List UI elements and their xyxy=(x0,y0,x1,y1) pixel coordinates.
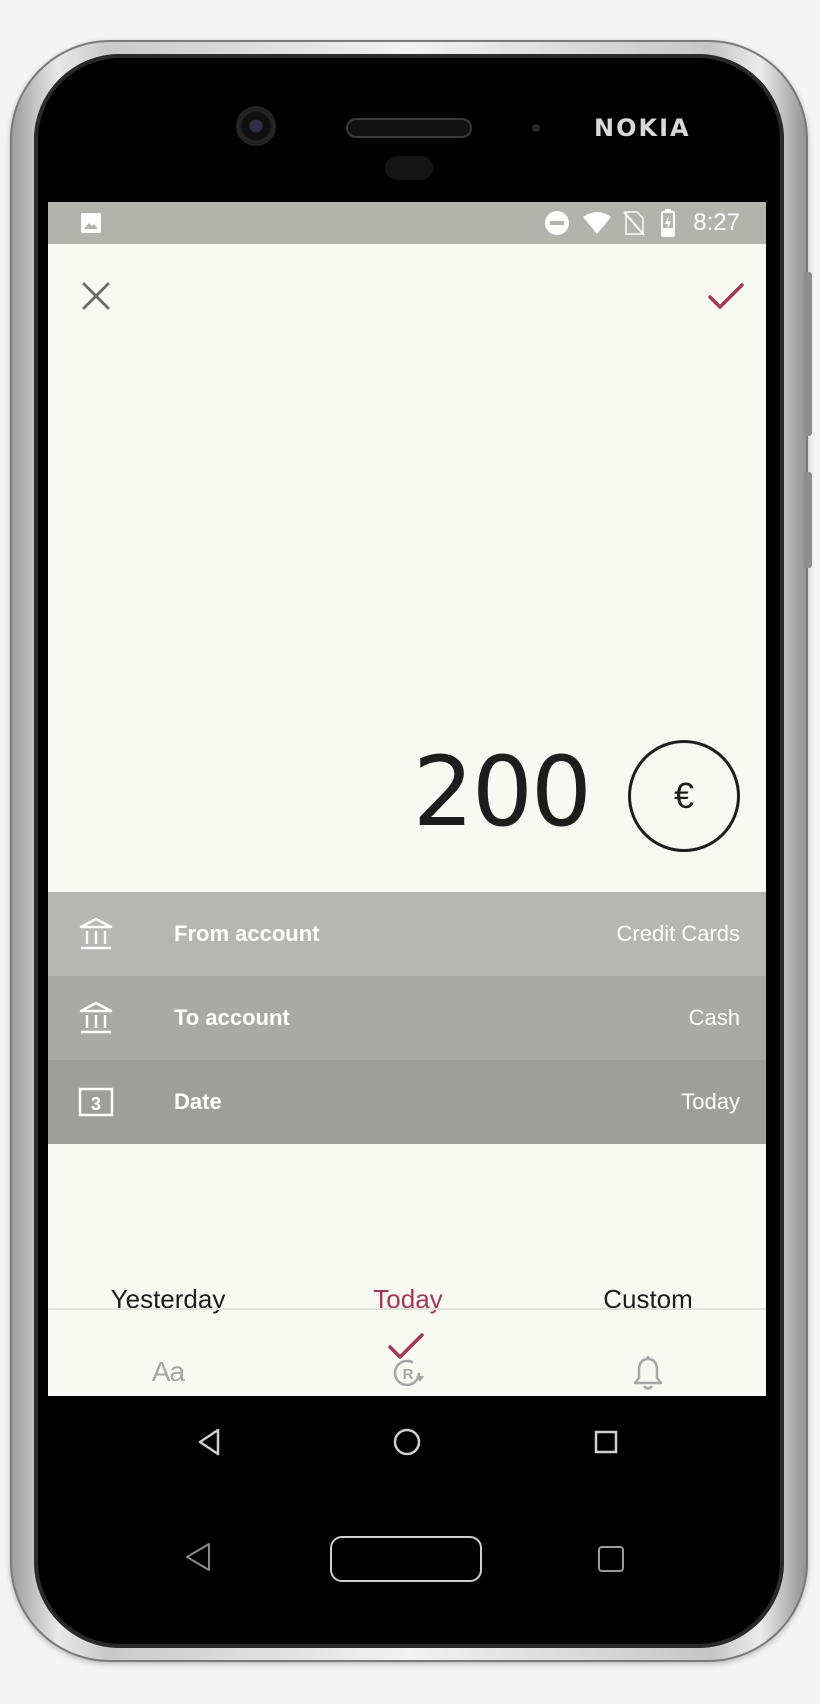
date-value: Today xyxy=(681,1089,740,1114)
svg-text:R: R xyxy=(403,1366,414,1383)
bank-icon xyxy=(79,1001,113,1034)
volume-button xyxy=(804,272,812,436)
front-camera xyxy=(236,106,276,146)
from-account-label: From account xyxy=(174,921,320,946)
text-note-icon[interactable]: Aa xyxy=(152,1356,185,1388)
home-icon[interactable] xyxy=(389,1424,425,1460)
date-row[interactable]: 3 Date Today xyxy=(48,1060,766,1144)
save-check-icon[interactable] xyxy=(386,1326,426,1366)
currency-symbol: € xyxy=(673,775,695,816)
confirm-check-icon[interactable] xyxy=(706,276,746,316)
date-option-today[interactable]: Today xyxy=(373,1284,442,1315)
status-bar: 8:27 xyxy=(48,202,766,244)
status-time: 8:27 xyxy=(693,209,740,236)
hardware-recents-icon[interactable] xyxy=(598,1546,624,1572)
brand-logo: NOKIA xyxy=(594,114,691,142)
no-sim-icon xyxy=(623,211,645,236)
date-label: Date xyxy=(174,1089,222,1114)
bank-icon xyxy=(79,917,113,950)
to-account-value: Cash xyxy=(688,1005,740,1030)
proximity-sensor xyxy=(532,124,540,132)
to-account-row[interactable]: To account Cash xyxy=(48,976,766,1060)
date-option-custom[interactable]: Custom xyxy=(603,1284,693,1315)
amount-value[interactable]: 200 xyxy=(413,744,592,840)
divider xyxy=(48,1308,766,1310)
back-icon[interactable] xyxy=(192,1424,228,1460)
close-icon[interactable] xyxy=(76,276,116,316)
do-not-disturb-icon xyxy=(545,211,569,235)
calendar-icon-day: 3 xyxy=(91,1094,101,1114)
hardware-home-button[interactable] xyxy=(330,1536,482,1582)
navigation-bar xyxy=(48,1396,766,1486)
recents-icon[interactable] xyxy=(588,1424,624,1460)
currency-button[interactable]: € xyxy=(628,740,740,852)
front-sensor xyxy=(385,156,433,180)
wifi-icon xyxy=(583,212,611,234)
from-account-row[interactable]: From account Credit Cards xyxy=(48,892,766,976)
power-button xyxy=(804,472,812,568)
to-account-label: To account xyxy=(174,1005,290,1030)
hardware-back-icon[interactable] xyxy=(182,1540,216,1574)
earpiece-speaker xyxy=(346,118,472,138)
from-account-value: Credit Cards xyxy=(616,921,740,946)
reminder-bell-icon[interactable] xyxy=(631,1354,665,1392)
battery-charging-icon xyxy=(661,209,675,237)
image-notification-icon xyxy=(81,213,101,233)
date-option-yesterday[interactable]: Yesterday xyxy=(111,1284,226,1315)
calendar-icon: 3 xyxy=(78,1087,114,1117)
app-screen: 8:27 200 € From account Credit Cards To … xyxy=(48,202,766,1396)
